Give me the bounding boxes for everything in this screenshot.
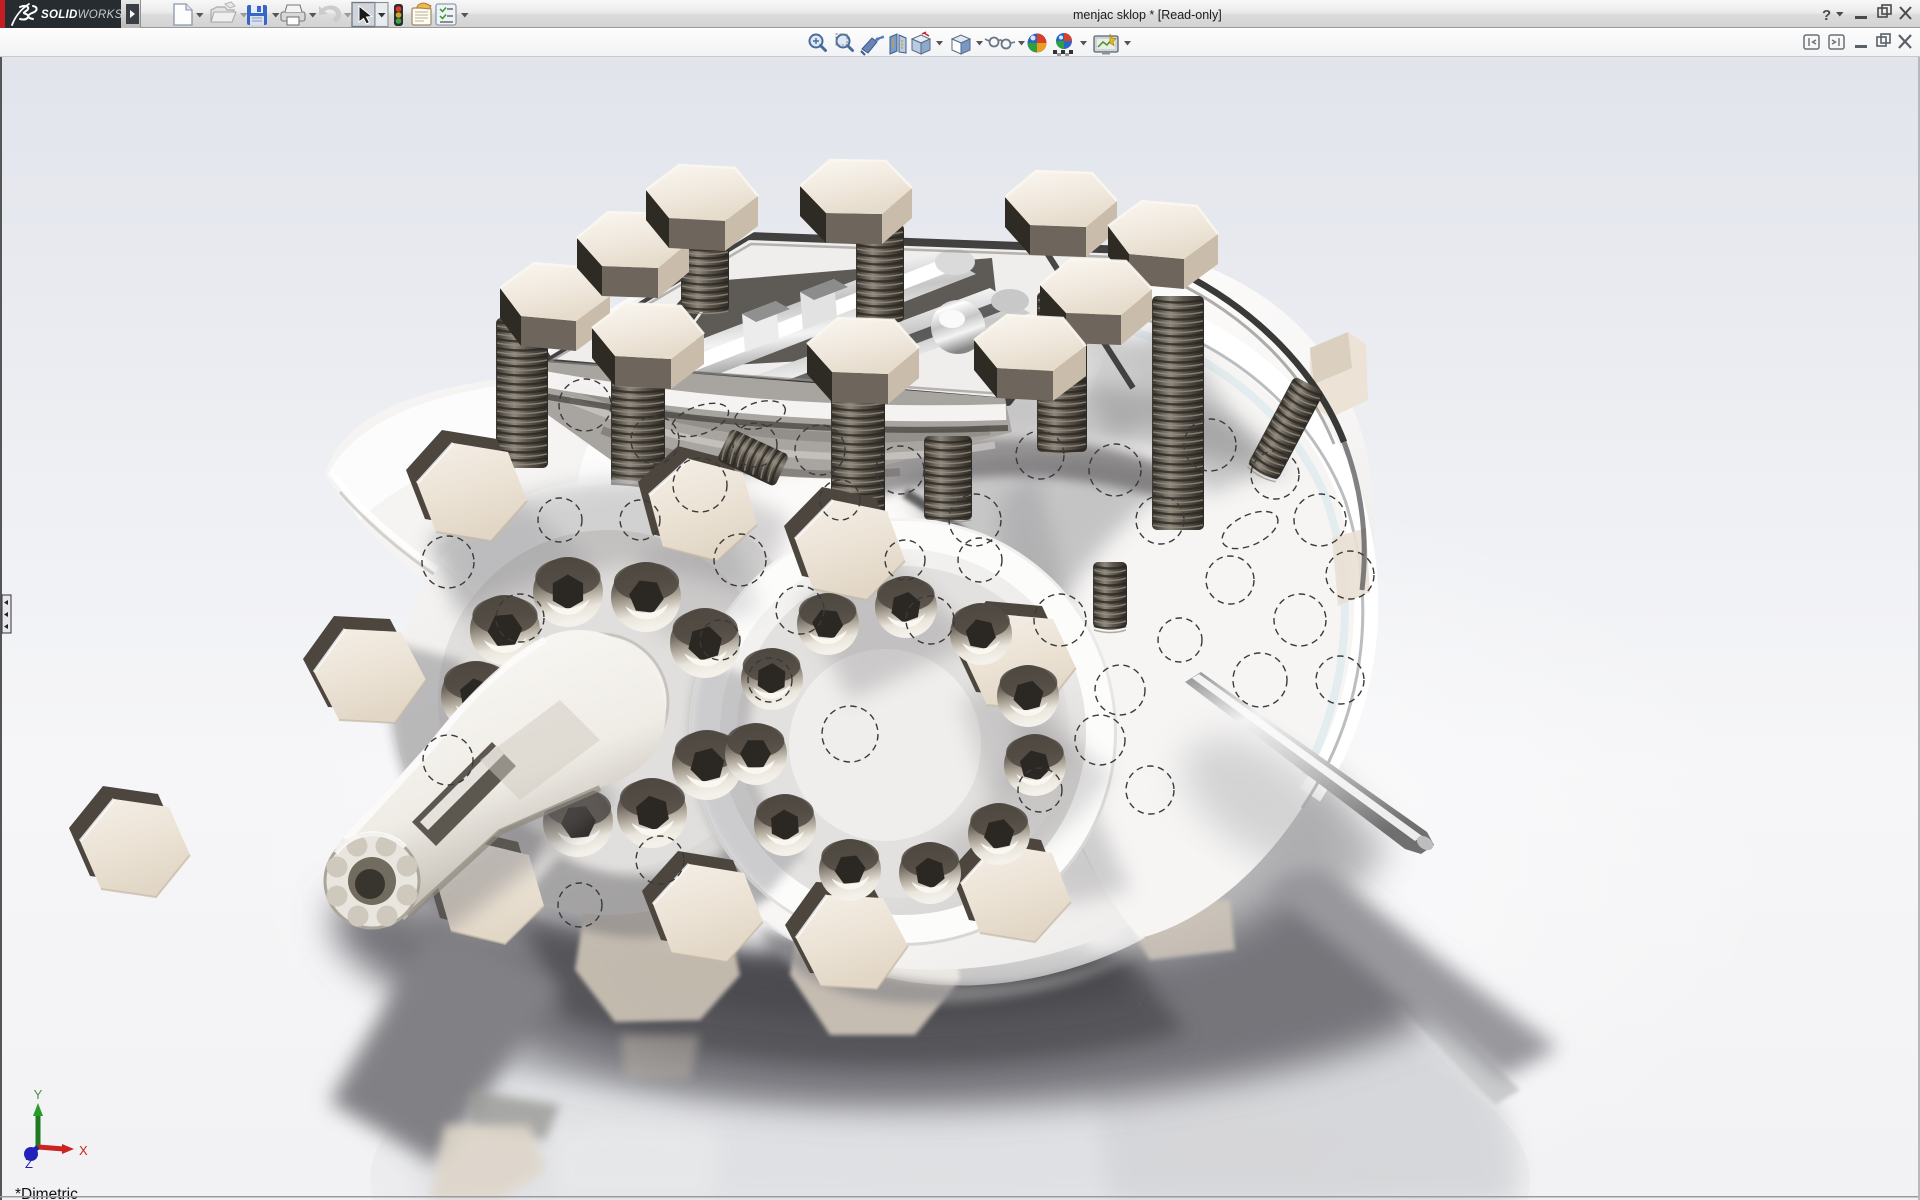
- svg-text:Y: Y: [34, 1087, 43, 1102]
- svg-text:*Dimetric: *Dimetric: [15, 1186, 78, 1200]
- svg-text:Z: Z: [25, 1156, 33, 1171]
- svg-text:?: ?: [1822, 7, 1831, 24]
- svg-text:X: X: [79, 1143, 88, 1158]
